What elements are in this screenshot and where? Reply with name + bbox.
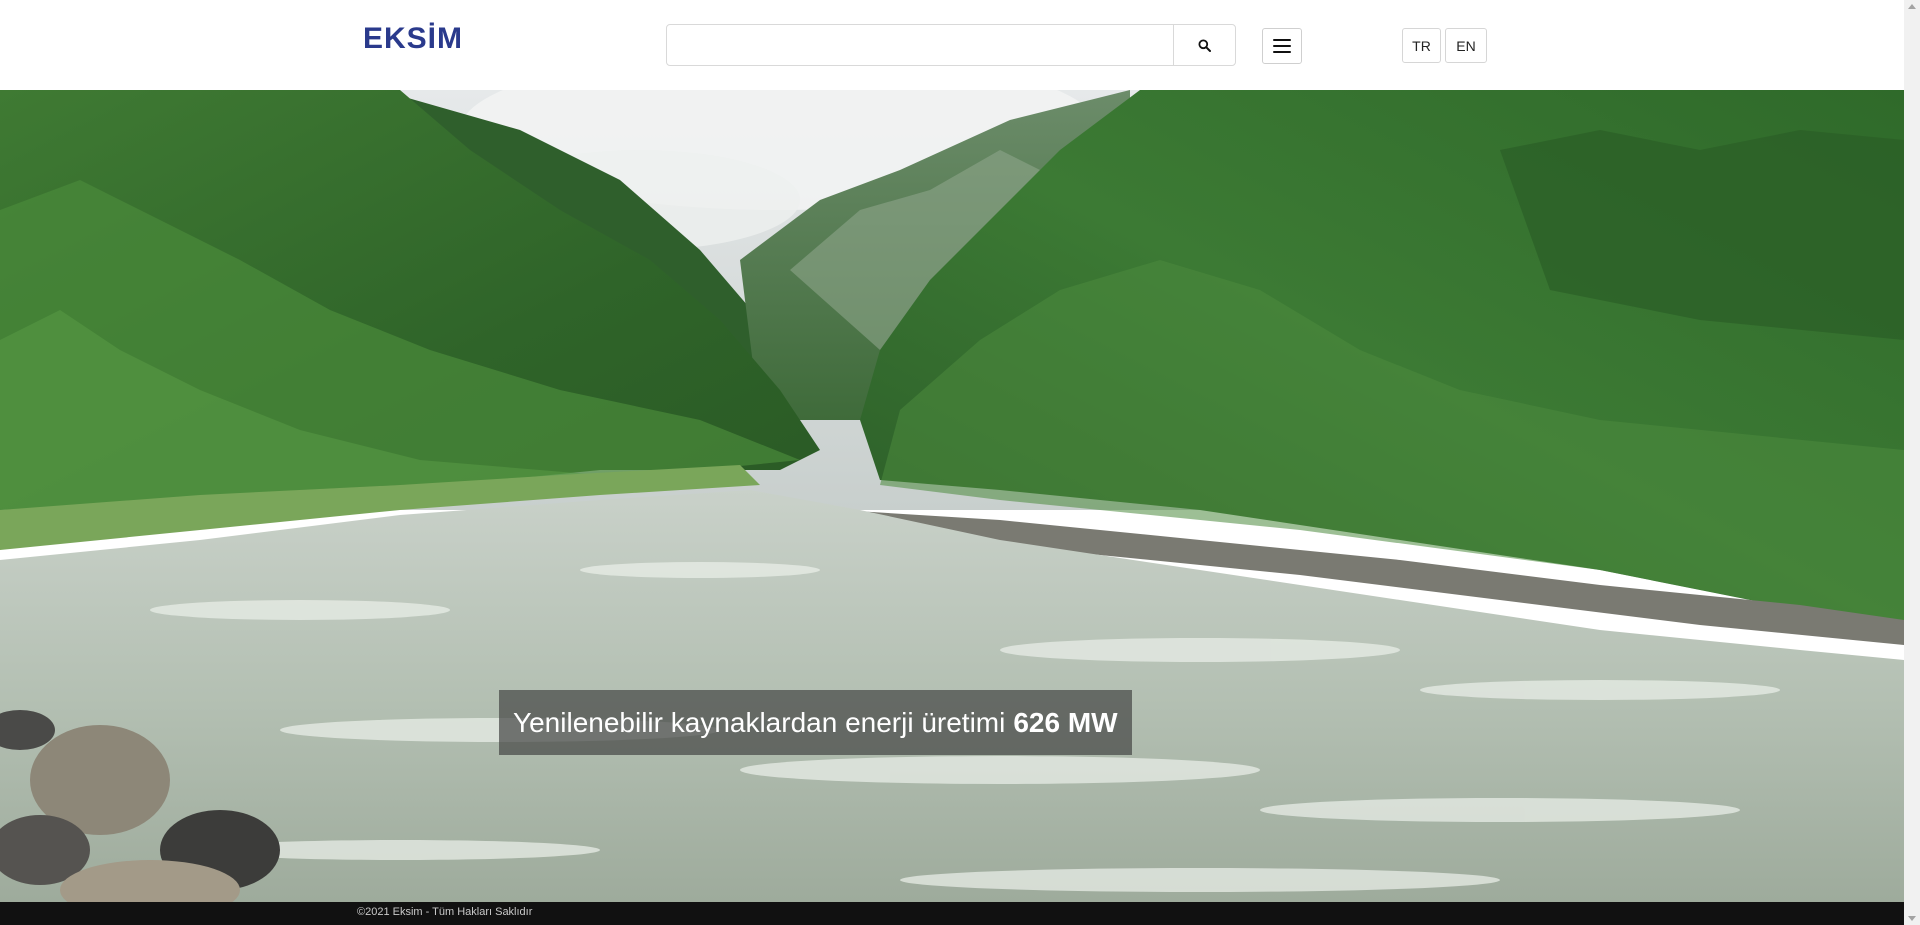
river-valley-forest-photo xyxy=(0,90,1904,902)
search-bar xyxy=(666,24,1236,66)
hamburger-menu-button[interactable] xyxy=(1262,28,1302,64)
language-tr-button[interactable]: TR xyxy=(1402,28,1441,63)
scroll-down-arrow-icon[interactable] xyxy=(1908,916,1916,921)
copyright-text: ©2021 Eksim - Tüm Hakları Saklıdır xyxy=(357,906,533,918)
hero-caption-text: Yenilenebilir kaynaklardan enerji üretim… xyxy=(513,706,1006,738)
scroll-up-arrow-icon[interactable] xyxy=(1908,4,1916,9)
hamburger-menu-icon-bar xyxy=(1273,51,1291,53)
search-icon xyxy=(1198,39,1211,52)
hero-caption: Yenilenebilir kaynaklardan enerji üretim… xyxy=(499,690,1132,755)
page: EKSİM TR EN Yenilenebilir kaynaklardan e… xyxy=(0,0,1920,925)
hero-banner: Yenilenebilir kaynaklardan enerji üretim… xyxy=(0,90,1904,902)
eksim-logo[interactable]: EKSİM xyxy=(363,22,463,56)
hamburger-menu-icon-bar xyxy=(1273,45,1291,47)
search-input[interactable] xyxy=(667,25,1173,65)
vertical-scrollbar[interactable] xyxy=(1904,0,1920,925)
hamburger-menu-icon xyxy=(1273,39,1291,41)
hero-caption-value: 626 MW xyxy=(1013,706,1118,738)
site-footer: ©2021 Eksim - Tüm Hakları Saklıdır xyxy=(0,902,1904,925)
search-button[interactable] xyxy=(1173,25,1235,65)
language-en-button[interactable]: EN xyxy=(1445,28,1487,63)
site-header: EKSİM TR EN xyxy=(0,0,1904,90)
